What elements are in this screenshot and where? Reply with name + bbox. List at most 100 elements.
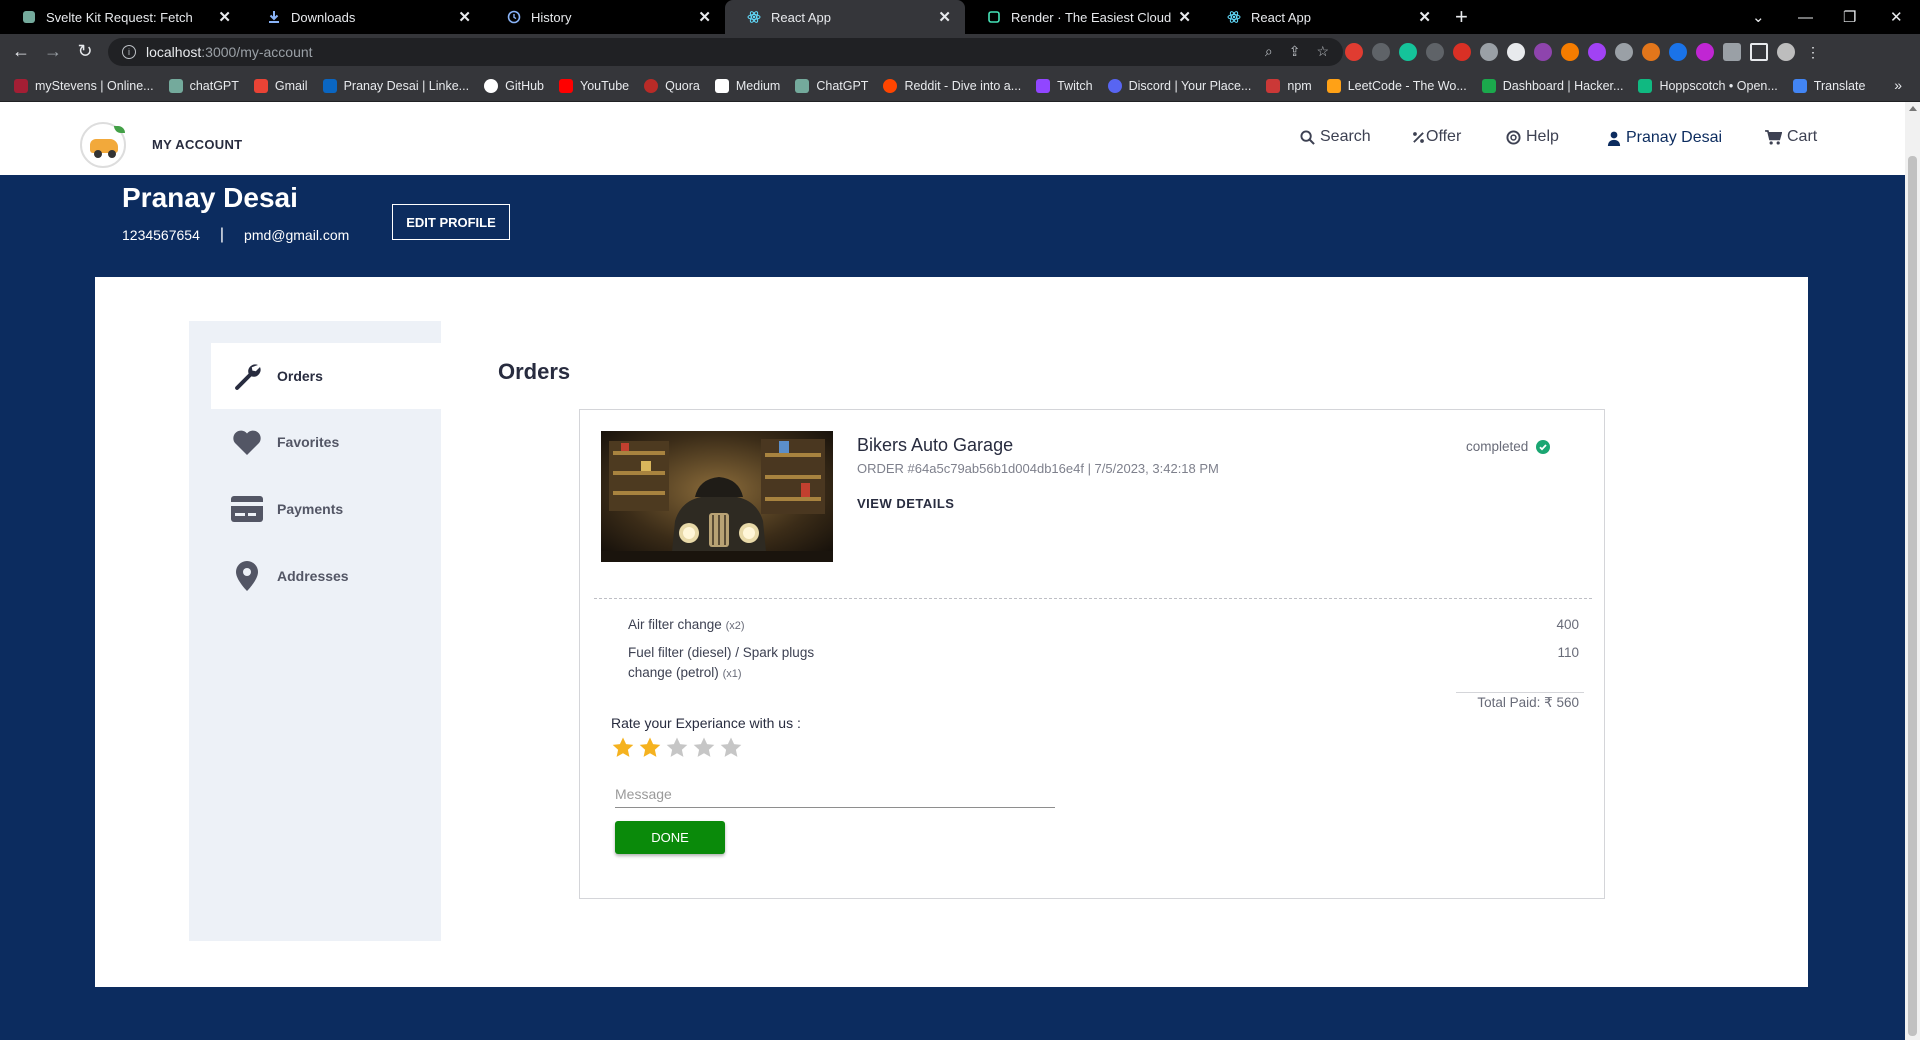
puzzle-icon[interactable] — [1723, 43, 1741, 61]
site-info-icon[interactable]: i — [122, 45, 136, 59]
item-qty: (x2) — [725, 620, 745, 632]
npm-icon — [1266, 78, 1281, 93]
react-icon — [1227, 10, 1241, 24]
bookmark-item[interactable]: Discord | Your Place... — [1107, 78, 1251, 93]
extension-icon[interactable] — [1615, 43, 1633, 61]
bookmark-item[interactable]: Gmail — [253, 78, 308, 93]
cart-icon — [1765, 129, 1782, 145]
site-logo[interactable] — [80, 122, 126, 168]
new-tab-button[interactable]: + — [1455, 4, 1468, 30]
close-tab-icon[interactable]: ✕ — [1178, 8, 1191, 26]
bookmark-item[interactable]: Pranay Desai | Linke... — [322, 78, 469, 93]
pen-extension-icon[interactable] — [1372, 43, 1390, 61]
close-tab-icon[interactable]: ✕ — [1418, 8, 1431, 26]
star-icon[interactable] — [638, 736, 662, 760]
extension-icon[interactable] — [1561, 43, 1579, 61]
bookmark-item[interactable]: Twitch — [1036, 78, 1093, 93]
nav-cart[interactable]: Cart — [1765, 128, 1817, 146]
minimize-button[interactable]: — — [1798, 0, 1813, 34]
star-icon[interactable] — [665, 736, 689, 760]
garage-name[interactable]: Bikers Auto Garage — [857, 435, 1013, 456]
zoom-icon[interactable]: ⌕ — [1265, 43, 1273, 60]
bookmark-item[interactable]: npm — [1266, 78, 1312, 93]
extension-icon[interactable] — [1696, 43, 1714, 61]
bookmark-item[interactable]: Reddit - Dive into a... — [883, 78, 1021, 93]
bookmark-star-icon[interactable]: ☆ — [1316, 43, 1329, 60]
extension-icon[interactable] — [1534, 43, 1552, 61]
view-details-link[interactable]: VIEW DETAILS — [857, 496, 954, 511]
browser-tab[interactable]: History ✕ — [485, 0, 725, 34]
reload-icon[interactable]: ↻ — [74, 41, 96, 62]
sidebar-item-orders[interactable]: Orders — [211, 343, 441, 409]
garage-image[interactable] — [601, 431, 833, 562]
restore-button[interactable]: ❐ — [1843, 0, 1856, 34]
back-icon[interactable]: ← — [10, 41, 32, 62]
close-window-button[interactable]: ✕ — [1890, 0, 1903, 34]
adblock-extension-icon[interactable] — [1345, 43, 1363, 61]
check-circle-icon — [1536, 439, 1551, 454]
browser-tab[interactable]: React App ✕ — [1205, 0, 1445, 34]
sidebar-item-favorites[interactable]: Favorites — [211, 409, 441, 475]
browser-tab[interactable]: Downloads ✕ — [245, 0, 485, 34]
extension-icon[interactable] — [1669, 43, 1687, 61]
tab-title: Render · The Easiest Cloud For Al — [1011, 9, 1172, 25]
bookmark-item[interactable]: myStevens | Online... — [14, 78, 154, 93]
metamask-extension-icon[interactable] — [1642, 43, 1660, 61]
extension-icon[interactable] — [1426, 43, 1444, 61]
sidebar-item-payments[interactable]: Payments — [211, 476, 441, 542]
edit-profile-button[interactable]: EDIT PROFILE — [392, 204, 510, 240]
star-icon[interactable] — [611, 736, 635, 760]
tab-search-icon[interactable]: ⌄ — [1752, 0, 1765, 34]
react-icon — [747, 10, 761, 24]
more-bookmarks-icon[interactable]: » — [1894, 77, 1902, 93]
profile-avatar[interactable] — [1777, 43, 1795, 61]
browser-tab[interactable]: Svelte Kit Request: Fetch ✕ — [0, 0, 245, 34]
nav-help[interactable]: Help — [1506, 128, 1559, 146]
close-tab-icon[interactable]: ✕ — [938, 8, 951, 26]
extension-icon[interactable] — [1588, 43, 1606, 61]
browser-tab-active[interactable]: React App ✕ — [725, 0, 965, 34]
bookmark-item[interactable]: Medium — [714, 78, 780, 93]
bookmark-item[interactable]: YouTube — [559, 78, 629, 93]
browser-tab[interactable]: Render · The Easiest Cloud For Al ✕ — [965, 0, 1205, 34]
side-panel-icon[interactable] — [1750, 43, 1768, 61]
bookmark-item[interactable]: Quora — [644, 78, 700, 93]
message-input[interactable]: Message — [615, 782, 1055, 808]
close-tab-icon[interactable]: ✕ — [698, 8, 711, 26]
extension-icon[interactable] — [1507, 43, 1525, 61]
nav-search[interactable]: Search — [1300, 128, 1371, 146]
bookmark-item[interactable]: ChatGPT — [795, 78, 868, 93]
bookmark-item[interactable]: Hoppscotch • Open... — [1638, 78, 1778, 93]
scrollbar-thumb[interactable] — [1908, 156, 1917, 1036]
close-tab-icon[interactable]: ✕ — [218, 8, 231, 26]
scroll-up-icon[interactable] — [1909, 106, 1917, 111]
bookmark-item[interactable]: chatGPT — [168, 78, 239, 93]
nav-offer[interactable]: Offer — [1412, 128, 1461, 146]
sidebar-item-addresses[interactable]: Addresses — [211, 543, 441, 609]
sidebar-item-label: Favorites — [277, 434, 340, 450]
nav-user[interactable]: Pranay Desai — [1607, 129, 1722, 147]
nav-search-label: Search — [1320, 128, 1371, 145]
bookmark-item[interactable]: LeetCode - The Wo... — [1326, 78, 1467, 93]
page-scrollbar[interactable] — [1905, 102, 1920, 1040]
close-tab-icon[interactable]: ✕ — [458, 8, 471, 26]
done-button[interactable]: DONE — [615, 821, 725, 854]
bookmark-item[interactable]: GitHub — [484, 78, 544, 93]
share-icon[interactable]: ⇪ — [1289, 43, 1301, 60]
star-icon[interactable] — [719, 736, 743, 760]
kebab-menu-icon[interactable]: ⋮ — [1804, 43, 1822, 61]
wrench-icon — [231, 360, 263, 392]
address-bar[interactable]: i localhost:3000/my-account ⌕ ⇪ ☆ — [108, 38, 1343, 66]
bookmark-item[interactable]: Dashboard | Hacker... — [1481, 78, 1623, 93]
total-paid: Total Paid: ₹ 560 — [1477, 695, 1579, 710]
extension-icon[interactable] — [1453, 43, 1471, 61]
bookmark-item[interactable]: Translate — [1792, 78, 1866, 93]
bookmark-label: Translate — [1813, 78, 1866, 93]
extensions-bar: ⋮ — [1345, 43, 1822, 61]
forward-icon[interactable]: → — [42, 41, 64, 62]
star-icon[interactable] — [692, 736, 716, 760]
camera-extension-icon[interactable] — [1480, 43, 1498, 61]
bookmark-label: npm — [1287, 78, 1312, 93]
grammarly-extension-icon[interactable] — [1399, 43, 1417, 61]
discord-icon — [1107, 78, 1122, 93]
